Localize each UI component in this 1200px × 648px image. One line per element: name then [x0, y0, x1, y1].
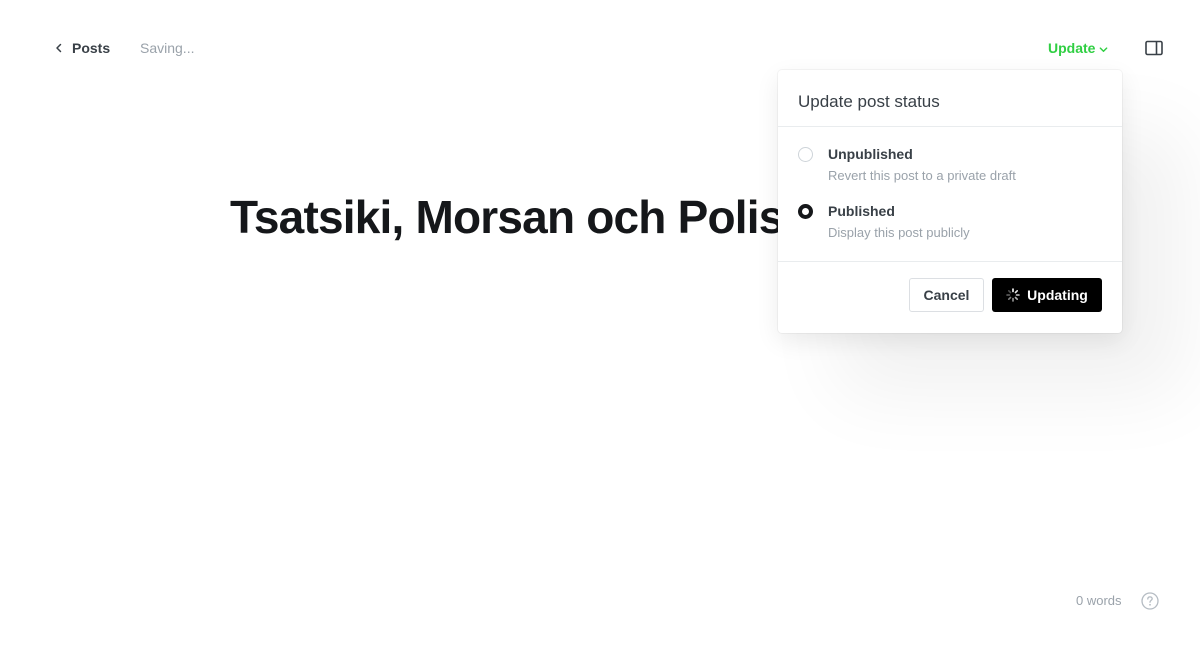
help-button[interactable] — [1141, 592, 1159, 610]
back-link-label: Posts — [72, 40, 111, 56]
spinner-icon — [1006, 288, 1020, 302]
popup-footer: Cancel Updating — [778, 261, 1122, 333]
radio-unpublished[interactable] — [798, 147, 813, 162]
question-circle-icon — [1141, 592, 1159, 610]
save-status: Saving... — [140, 40, 195, 56]
sidebar-toggle-button[interactable] — [1144, 39, 1164, 57]
option-label: Published — [828, 203, 895, 219]
chevron-down-icon — [1100, 46, 1108, 52]
update-label: Update — [1048, 40, 1096, 56]
update-menu-trigger[interactable]: Update — [1048, 39, 1108, 57]
post-title[interactable]: Tsatsiki, Morsan och Polisen — [230, 190, 810, 244]
update-status-popup: Update post status Unpublished Revert th… — [778, 70, 1122, 333]
updating-button[interactable]: Updating — [992, 278, 1102, 312]
editor-page: Posts Saving... Update Tsatsiki, Morsan … — [0, 0, 1200, 648]
chevron-left-icon — [56, 43, 62, 53]
option-description: Revert this post to a private draft — [828, 168, 1016, 183]
option-description: Display this post publicly — [828, 225, 970, 240]
option-label: Unpublished — [828, 146, 913, 162]
cancel-button[interactable]: Cancel — [909, 278, 984, 312]
back-to-posts-link[interactable]: Posts — [54, 39, 110, 57]
popup-title: Update post status — [778, 70, 1122, 127]
word-count: 0 words — [1076, 593, 1122, 608]
updating-label: Updating — [1027, 287, 1088, 303]
radio-published[interactable] — [798, 204, 813, 219]
sidebar-panel-icon — [1145, 40, 1163, 56]
